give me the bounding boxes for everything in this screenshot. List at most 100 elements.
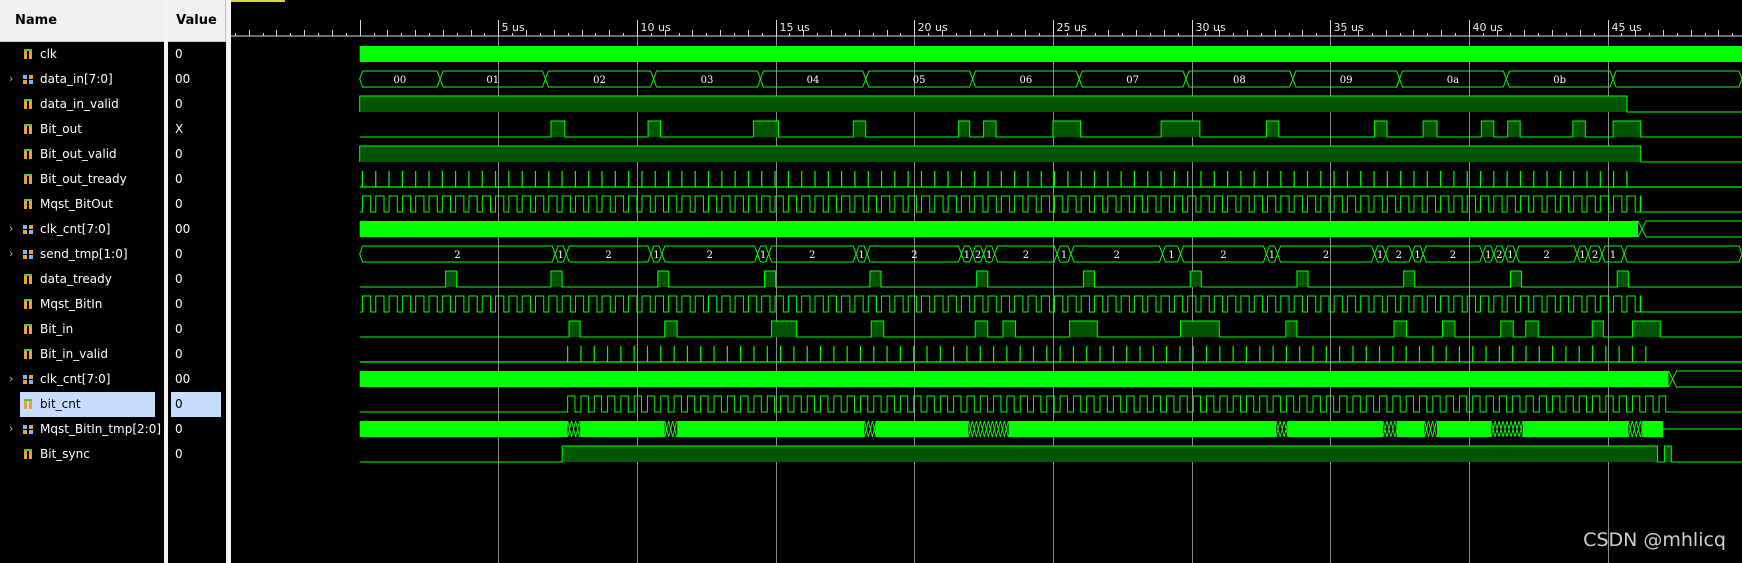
- signal-row[interactable]: Mqst_BitIn: [0, 292, 164, 317]
- waveform-row: [359, 445, 1742, 463]
- signal-row[interactable]: › Mqst_BitIn_tmp[2:0]: [0, 417, 164, 442]
- waveform-row: [359, 95, 1742, 113]
- signal-value[interactable]: 0: [168, 242, 226, 267]
- signal-value[interactable]: 0: [171, 392, 221, 417]
- expand-chevron-icon[interactable]: ›: [9, 222, 13, 235]
- signal-row[interactable]: Bit_out_tready: [0, 167, 164, 192]
- pulse-fill: [1525, 321, 1539, 337]
- signal-row[interactable]: Mqst_BitOut: [0, 192, 164, 217]
- pulse-fill: [359, 146, 1641, 162]
- bit-signal-icon: [22, 173, 35, 186]
- waveform-viewer: Name Value clk › data_in[7:0] data_in_valid…: [0, 0, 1742, 563]
- pulse-fill: [1393, 321, 1407, 337]
- signal-value[interactable]: 0: [168, 442, 226, 467]
- signal-value-text: 0: [175, 422, 183, 436]
- signal-row[interactable]: Bit_sync: [0, 442, 164, 467]
- signal-value[interactable]: 0: [168, 192, 226, 217]
- bus-transition: [1424, 420, 1437, 438]
- bus-value-label: 2: [1220, 250, 1226, 261]
- bus-value-label: 1: [964, 250, 970, 261]
- signal-value[interactable]: 0: [168, 142, 226, 167]
- signal-value[interactable]: 0: [168, 417, 226, 442]
- expand-chevron-icon[interactable]: ›: [9, 247, 13, 260]
- signal-value[interactable]: 0: [168, 292, 226, 317]
- bit-signal-icon: [22, 98, 35, 111]
- signal-row[interactable]: Bit_in: [0, 317, 164, 342]
- signal-row[interactable]: Bit_in_valid: [0, 342, 164, 367]
- value-column-header[interactable]: Value: [168, 0, 226, 42]
- signal-value-text: 00: [175, 72, 191, 86]
- waveform-row: [359, 120, 1742, 138]
- time-tick-label: 10 us: [641, 21, 671, 34]
- signal-value-text: 00: [175, 222, 191, 236]
- pulse-fill: [664, 321, 678, 337]
- signal-value[interactable]: 00: [168, 67, 226, 92]
- time-tick-label: 45 us: [1612, 21, 1642, 34]
- signal-name: Bit_in: [40, 322, 74, 336]
- signal-value-list: 0 00 0 X 0 0 0 00 0 0 0 0 0 00 0 0 0: [168, 42, 226, 563]
- bus-value-label: 03: [701, 75, 714, 86]
- waveform-line: [359, 395, 1742, 413]
- time-tick-label: 40 us: [1473, 21, 1503, 34]
- bus-value-label: 07: [1126, 75, 1139, 86]
- waveform-tail: [1637, 220, 1742, 238]
- bus-transition: [664, 420, 678, 438]
- signal-row[interactable]: › send_tmp[1:0]: [0, 242, 164, 267]
- expand-chevron-icon[interactable]: ›: [9, 422, 13, 435]
- pulse-fill: [871, 321, 884, 337]
- waveform-spikes: [359, 346, 1742, 363]
- signal-value[interactable]: 00: [168, 367, 226, 392]
- signal-row[interactable]: bit_cnt: [20, 392, 155, 417]
- expand-chevron-icon[interactable]: ›: [9, 372, 13, 385]
- time-tick-label: 20 us: [918, 21, 948, 34]
- signal-row[interactable]: Bit_out_valid: [0, 142, 164, 167]
- signal-row[interactable]: › clk_cnt[7:0]: [0, 217, 164, 242]
- signal-value[interactable]: 0: [168, 167, 226, 192]
- bus-value-label: 01: [486, 75, 499, 86]
- signal-row[interactable]: data_tready: [0, 267, 164, 292]
- bus-block: [1287, 421, 1383, 437]
- bus-value-label: 00: [394, 75, 407, 86]
- signal-value[interactable]: 0: [168, 42, 226, 67]
- signal-row[interactable]: data_in_valid: [0, 92, 164, 117]
- bus-block: [677, 421, 865, 437]
- signal-value[interactable]: 00: [168, 217, 226, 242]
- waveform-panel[interactable]: 5 us 10 us 15 us 20 us 25 us 30 us 35 us 40 us 4…: [231, 0, 1742, 563]
- signal-value[interactable]: 0: [168, 267, 226, 292]
- signal-row[interactable]: Bit_out: [0, 117, 164, 142]
- pulse-fill: [1664, 446, 1672, 462]
- bit-signal-icon: [22, 123, 35, 136]
- signal-value[interactable]: 0: [168, 92, 226, 117]
- bus-value-label: 08: [1233, 75, 1246, 86]
- column-splitter[interactable]: [164, 0, 168, 563]
- signal-value[interactable]: X: [168, 117, 226, 142]
- bus-signal-icon: [22, 423, 35, 436]
- bus-block: [1396, 421, 1425, 437]
- bus-value-label: 2: [975, 250, 981, 261]
- signal-row[interactable]: › data_in[7:0]: [0, 67, 164, 92]
- waveform-line: [359, 120, 1742, 138]
- expand-chevron-icon[interactable]: ›: [9, 72, 13, 85]
- signal-row[interactable]: clk: [0, 42, 164, 67]
- time-tick-label: 5 us: [502, 21, 525, 34]
- waveform-canvas[interactable]: 5 us 10 us 15 us 20 us 25 us 30 us 35 us 40 us 4…: [231, 0, 1742, 563]
- waveform-row: [359, 370, 1742, 388]
- pulse-fill: [657, 271, 669, 287]
- bus-value-label: 04: [807, 75, 820, 86]
- bus-value-label: 1: [858, 250, 864, 261]
- pulse-fill: [1374, 121, 1388, 137]
- signal-row[interactable]: › clk_cnt[7:0]: [0, 367, 164, 392]
- bus-value-label: 2: [707, 250, 713, 261]
- signal-value[interactable]: 0: [168, 342, 226, 367]
- time-tick-label: 35 us: [1334, 21, 1364, 34]
- pulse-fill: [1507, 121, 1521, 137]
- bus-value-label: 1: [558, 250, 564, 261]
- name-column-header[interactable]: Name: [0, 0, 166, 42]
- pulse-fill: [1592, 321, 1604, 337]
- time-tick-label: 30 us: [1196, 21, 1226, 34]
- pulse-fill: [1069, 321, 1098, 337]
- pulse-fill: [1632, 321, 1661, 337]
- bus-value-label: 2: [454, 250, 460, 261]
- signal-value[interactable]: 0: [168, 317, 226, 342]
- signal-value-text: 0: [175, 147, 183, 161]
